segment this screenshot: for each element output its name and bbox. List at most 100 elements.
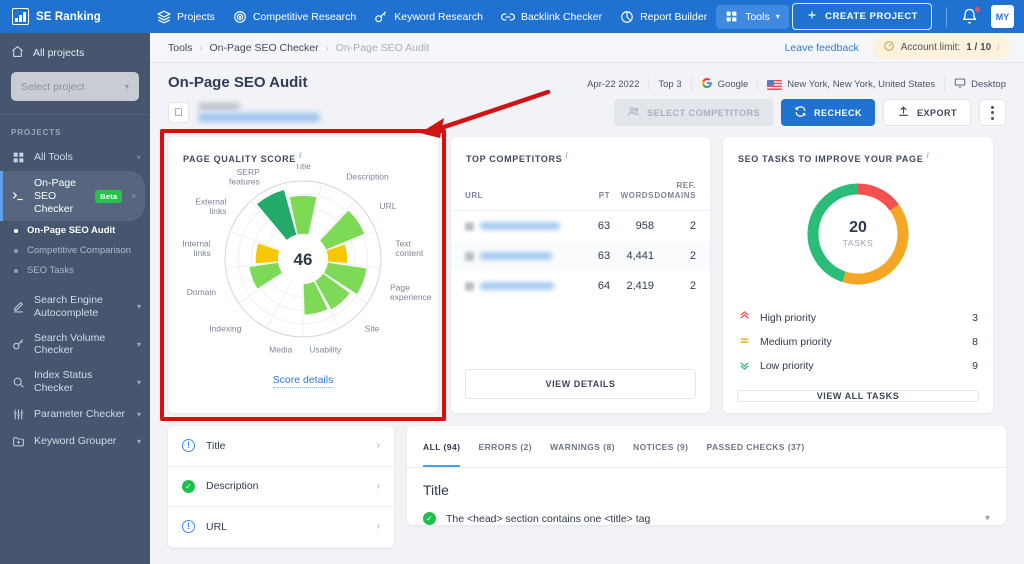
terminal-icon	[11, 189, 25, 203]
sidebar-subitem-on-page-seo-audit[interactable]: On-Page SEO Audit	[0, 221, 150, 241]
bottom-section: ! Title › ✓ Description › ! URL › ALL (9…	[150, 413, 1024, 548]
favicon: 	[168, 102, 189, 123]
nav-label: Report Builder	[640, 10, 708, 23]
export-button[interactable]: EXPORT	[882, 99, 971, 126]
view-all-tasks-button[interactable]: VIEW ALL TASKS	[737, 390, 979, 402]
competitor-url[interactable]	[451, 241, 594, 271]
check-row-description[interactable]: ✓ Description ›	[168, 467, 394, 507]
nav-item-keyword-research[interactable]: Keyword Research	[365, 5, 492, 29]
sidebar-item-on-page-seo-checker[interactable]: On-Page SEO Checker Beta ˄	[0, 171, 145, 222]
page-header: On-Page SEO Audit Apr-22 2022 Top 3 Goog…	[150, 63, 1024, 92]
tab-all[interactable]: ALL (94)	[423, 426, 461, 467]
brand-logo[interactable]: SE Ranking	[0, 8, 148, 25]
nav-item-competitive-research[interactable]: Competitive Research	[224, 5, 365, 29]
check-circle-icon: ✓	[423, 512, 436, 525]
breadcrumb-item-tools[interactable]: Tools	[168, 42, 193, 54]
bullet-icon	[14, 249, 18, 254]
search-icon	[11, 376, 25, 389]
sidebar-item-parameter-checker[interactable]: Parameter Checker ▾	[0, 401, 150, 428]
svg-text:features: features	[229, 177, 260, 187]
check-circle-icon: ✓	[182, 479, 195, 493]
tasks-total-label: TASKS	[842, 238, 874, 248]
leave-feedback-link[interactable]: Leave feedback	[785, 42, 859, 54]
svg-text:URL: URL	[380, 201, 397, 211]
view-details-button[interactable]: VIEW DETAILS	[465, 369, 696, 399]
sidebar-item-label: Search Volume Checker	[34, 331, 106, 357]
detail-check-text: The <head> section contains one <title> …	[446, 512, 651, 525]
priority-row-medium: Medium priority 8	[738, 330, 978, 354]
select-competitors-button[interactable]: SELECT COMPETITORS	[614, 99, 773, 126]
seo-tasks-card: SEO TASKS TO IMPROVE YOUR PAGE i 20 TASK…	[723, 137, 993, 413]
svg-text:links: links	[209, 206, 226, 216]
sidebar-item-search-volume-checker[interactable]: Search Volume Checker ▾	[0, 326, 150, 364]
account-limit-value: 1 / 10	[966, 42, 992, 53]
flag-us-icon	[767, 79, 783, 90]
bell-icon	[961, 8, 978, 29]
chevron-right-icon: ›	[376, 521, 380, 533]
sidebar-item-index-status-checker[interactable]: Index Status Checker ▾	[0, 363, 150, 401]
competitor-url[interactable]	[451, 271, 594, 301]
nav-item-projects[interactable]: Projects	[148, 5, 224, 29]
top-nav-right: CREATE PROJECT MY	[792, 3, 1024, 30]
create-project-button[interactable]: CREATE PROJECT	[792, 3, 932, 30]
info-icon[interactable]: i	[997, 43, 999, 52]
competitor-url[interactable]	[451, 211, 594, 242]
score-details-link[interactable]: Score details	[272, 374, 334, 388]
info-icon[interactable]: i	[927, 151, 930, 160]
svg-text:Site: Site	[365, 324, 380, 334]
table-row[interactable]: 63 4,441 2	[451, 241, 710, 271]
chevrons-down-icon	[738, 358, 751, 374]
export-label: EXPORT	[916, 107, 957, 118]
avatar[interactable]: MY	[991, 5, 1014, 28]
tab-errors[interactable]: ERRORS (2)	[478, 426, 532, 467]
sidebar-section-label: PROJECTS	[11, 128, 62, 137]
svg-text:Page: Page	[390, 282, 410, 292]
nav-item-report-builder[interactable]: Report Builder	[611, 5, 716, 29]
gauge-icon	[883, 40, 895, 55]
meta-top-rank: Top 3	[648, 79, 690, 90]
check-row-url[interactable]: ! URL ›	[168, 507, 394, 548]
home-icon	[11, 45, 24, 61]
sidebar-item-all-tools[interactable]: All Tools ˅	[0, 144, 150, 171]
sidebar: All projects Select project ▾ PROJECTS A…	[0, 33, 150, 564]
sidebar-item-all-projects[interactable]: All projects	[11, 45, 139, 61]
info-icon[interactable]: i	[299, 151, 302, 160]
svg-text:links: links	[194, 248, 211, 258]
competitor-ref-domains: 2	[689, 250, 696, 262]
sidebar-item-keyword-grouper[interactable]: Keyword Grouper ▾	[0, 428, 150, 455]
recheck-button[interactable]: RECHECK	[780, 99, 875, 126]
chevron-down-icon[interactable]: ▾	[985, 513, 990, 524]
table-row[interactable]: 64 2,419 2	[451, 271, 710, 301]
sidebar-subitem-competitive-comparison[interactable]: Competitive Comparison	[0, 241, 150, 261]
plus-icon	[806, 9, 818, 24]
account-limit-badge[interactable]: Account limit: 1 / 10 i	[871, 36, 1010, 59]
column-pt: PT	[598, 191, 611, 200]
sidebar-item-search-engine-autocomplete[interactable]: Search Engine Autocomplete ▾	[0, 288, 150, 326]
info-icon[interactable]: i	[565, 151, 568, 160]
project-select[interactable]: Select project ▾	[11, 72, 139, 101]
nav-label: Tools	[745, 10, 770, 23]
nav-item-backlink-checker[interactable]: Backlink Checker	[492, 5, 611, 29]
chevron-right-icon: ›	[376, 480, 380, 492]
key-icon	[374, 10, 388, 24]
priority-row-low: Low priority 9	[738, 354, 978, 378]
tab-notices[interactable]: NOTICES (9)	[633, 426, 688, 467]
table-row[interactable]: 63 958 2	[451, 211, 710, 242]
detail-tabs: ALL (94) ERRORS (2) WARNINGS (8) NOTICES…	[407, 426, 1006, 468]
summary-cards: PAGE QUALITY SCORE i 46 Title Description U…	[150, 123, 1024, 421]
grid-icon	[725, 10, 739, 24]
more-options-button[interactable]	[979, 99, 1006, 126]
chevron-down-icon: ▾	[136, 409, 141, 419]
tab-warnings[interactable]: WARNINGS (8)	[550, 426, 615, 467]
notifications-button[interactable]	[961, 6, 980, 29]
tab-passed-checks[interactable]: PASSED CHECKS (37)	[706, 426, 804, 467]
check-row-title[interactable]: ! Title ›	[168, 426, 394, 467]
priority-count: 8	[972, 336, 978, 348]
sidebar-header: All projects Select project ▾	[0, 33, 150, 115]
detail-check-item[interactable]: ✓ The <head> section contains one <title…	[407, 498, 1006, 525]
breadcrumb-item-on-page-seo-checker[interactable]: On-Page SEO Checker	[210, 42, 319, 54]
page-quality-radial-chart: 46 Title Description URL Text content Page expe…	[168, 161, 438, 364]
sidebar-subitem-seo-tasks[interactable]: SEO Tasks	[0, 261, 150, 281]
nav-item-tools[interactable]: Tools ▾	[716, 4, 789, 29]
tasks-donut-chart: 20 TASKS	[723, 164, 993, 292]
